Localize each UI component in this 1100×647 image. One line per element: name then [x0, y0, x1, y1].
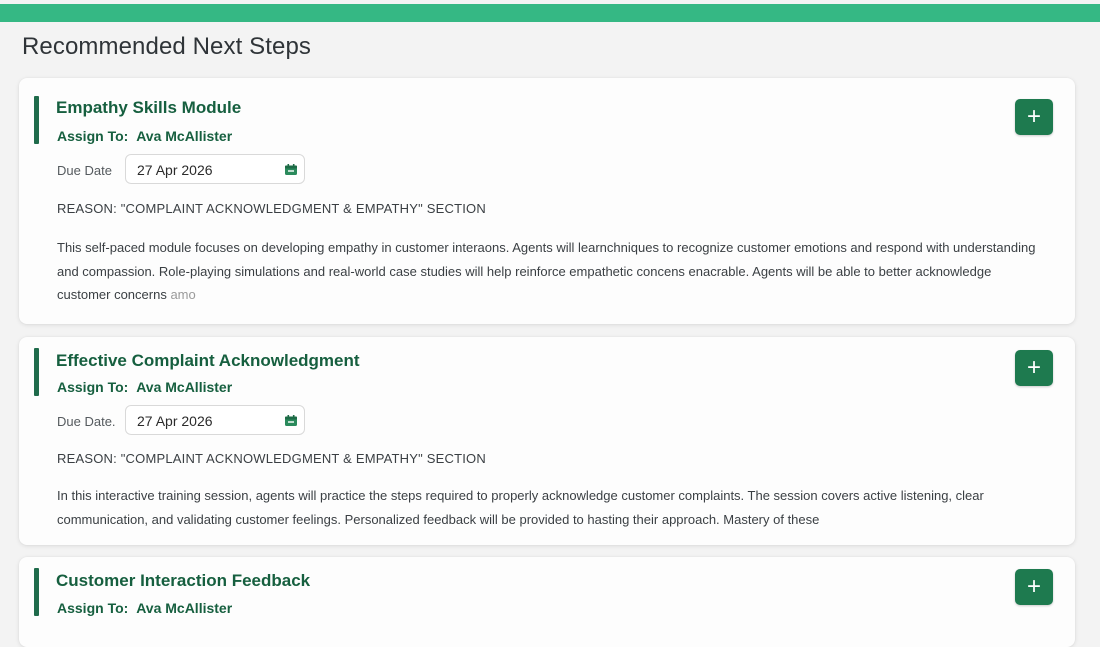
- assignee-name[interactable]: Ava McAllister: [136, 128, 232, 144]
- plus-icon: +: [1026, 573, 1041, 600]
- add-button[interactable]: +: [1015, 569, 1053, 605]
- card-accent-bar: [34, 348, 39, 396]
- assign-to: Assign To: Ava McAllister: [57, 128, 232, 144]
- card-title: Effective Complaint Acknowledgment: [56, 351, 360, 370]
- assign-label: Assign To:: [57, 128, 129, 144]
- card-description: In this interactive training session, ag…: [57, 488, 984, 527]
- card-title: Customer Interaction Feedback: [56, 571, 311, 590]
- page-title: Recommended Next Steps: [22, 33, 312, 60]
- card-title: Empathy Skills Module: [56, 98, 242, 117]
- recommendation-card: Empathy Skills Module Assign To: Ava McA…: [19, 78, 1075, 324]
- reason-text: REASON: "COMPLAINT ACKNOWLEDGMENT & EMPA…: [57, 451, 486, 466]
- top-accent-bar: [0, 4, 1100, 22]
- due-date-label: Due Date.: [57, 414, 116, 429]
- calendar-icon[interactable]: [285, 164, 297, 175]
- add-button[interactable]: +: [1015, 99, 1053, 135]
- recommendation-card: Customer Interaction Feedback Assign To:…: [19, 557, 1075, 647]
- due-date-field[interactable]: 27 Apr 2026: [125, 405, 305, 435]
- reason-text: REASON: "COMPLAINT ACKNOWLEDGMENT & EMPA…: [57, 201, 486, 216]
- description-text: This self-paced module focuses on develo…: [57, 240, 1036, 302]
- description-fade-text: amo: [170, 287, 196, 302]
- add-button[interactable]: +: [1015, 350, 1053, 386]
- assign-label: Assign To:: [57, 600, 129, 616]
- card-accent-bar: [34, 96, 39, 144]
- due-date-field[interactable]: 27 Apr 2026: [125, 154, 305, 184]
- calendar-icon[interactable]: [285, 415, 297, 426]
- assign-to: Assign To: Ava McAllister: [57, 379, 232, 395]
- due-date-value: 27 Apr 2026: [137, 162, 213, 178]
- assignee-name[interactable]: Ava McAllister: [136, 600, 232, 616]
- card-accent-bar: [34, 568, 39, 616]
- due-date-label: Due Date: [57, 163, 112, 178]
- assign-to: Assign To: Ava McAllister: [57, 600, 232, 616]
- due-date-value: 27 Apr 2026: [137, 413, 213, 429]
- recommendation-card: Effective Complaint Acknowledgment Assig…: [19, 337, 1075, 545]
- assign-label: Assign To:: [57, 379, 129, 395]
- plus-icon: +: [1026, 354, 1041, 381]
- plus-icon: +: [1026, 103, 1041, 130]
- card-description: This self-paced module focuses on develo…: [57, 236, 1042, 307]
- assignee-name[interactable]: Ava McAllister: [136, 379, 232, 395]
